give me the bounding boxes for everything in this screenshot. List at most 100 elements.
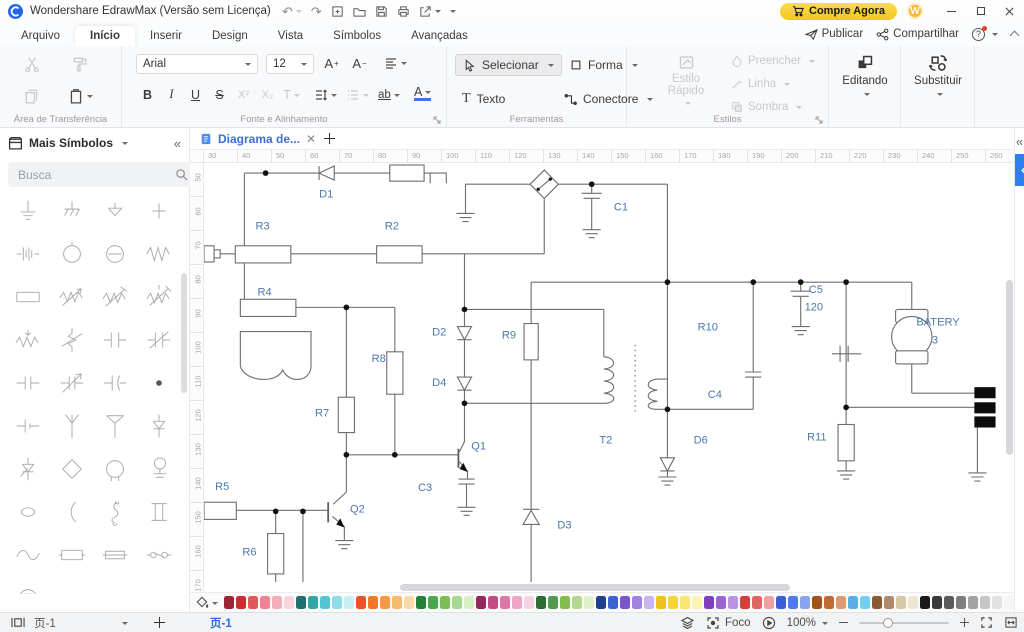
component-label-d4[interactable]: D4 <box>432 377 446 389</box>
presentation-button[interactable] <box>762 616 776 630</box>
symbol-thyristor[interactable] <box>6 455 50 483</box>
new-tab-button[interactable] <box>324 133 335 144</box>
component-label-batery[interactable]: BATERY <box>916 317 960 329</box>
active-page-tab[interactable]: 页-1 <box>210 615 232 631</box>
color-swatch[interactable] <box>500 596 510 609</box>
strikethrough-button[interactable]: S <box>210 85 229 104</box>
symbol-lamp[interactable] <box>94 455 138 483</box>
color-swatch[interactable] <box>1004 596 1014 609</box>
replace-button[interactable]: Substituir <box>901 54 975 100</box>
color-swatch[interactable] <box>752 596 762 609</box>
paste-button[interactable] <box>68 88 93 104</box>
component-label-r11[interactable]: R11 <box>807 432 827 444</box>
underline-button[interactable]: U <box>186 85 205 104</box>
symbol-varistor[interactable] <box>50 326 94 354</box>
page-list-caret[interactable] <box>122 622 128 628</box>
quick-style-button[interactable]: Estilo Rápido <box>657 54 715 109</box>
symbol-circle-line[interactable] <box>94 240 138 268</box>
color-swatch[interactable] <box>740 596 750 609</box>
symbol-antenna[interactable] <box>50 412 94 440</box>
symbol-curve[interactable] <box>50 498 94 526</box>
color-swatch[interactable] <box>272 596 282 609</box>
cut-icon[interactable] <box>24 56 40 72</box>
color-swatch[interactable] <box>548 596 558 609</box>
symbol-antenna-triangle[interactable] <box>94 412 138 440</box>
layers-button[interactable] <box>680 616 695 630</box>
line-spacing-button[interactable] <box>314 88 337 102</box>
customize-toolbar-button[interactable] <box>450 8 456 14</box>
component-label-c3[interactable]: C3 <box>418 482 432 494</box>
undo-button[interactable]: ↶ <box>282 5 302 18</box>
symbol-potentiometer[interactable] <box>94 283 138 311</box>
symbol-oval[interactable] <box>6 498 50 526</box>
symbol-transformer-core[interactable] <box>137 498 181 526</box>
color-swatch[interactable] <box>248 596 258 609</box>
color-swatch[interactable] <box>776 596 786 609</box>
component-label-d6[interactable]: D6 <box>694 435 708 447</box>
highlight-button[interactable]: ab <box>378 85 400 104</box>
menu-tab-design[interactable]: Design <box>197 26 263 46</box>
fill-button[interactable]: Preencher <box>731 55 815 67</box>
menu-tab-arquivo[interactable]: Arquivo <box>6 26 75 46</box>
menu-tab-avançadas[interactable]: Avançadas <box>396 26 483 46</box>
color-swatch[interactable] <box>344 596 354 609</box>
color-swatch[interactable] <box>980 596 990 609</box>
symbol-arc[interactable] <box>50 584 94 594</box>
color-swatch[interactable] <box>380 596 390 609</box>
color-swatch[interactable] <box>764 596 774 609</box>
symbol-variable-capacitor[interactable] <box>50 369 94 397</box>
zoom-slider[interactable] <box>859 622 949 624</box>
bold-button[interactable]: B <box>138 85 157 104</box>
color-swatch[interactable] <box>824 596 834 609</box>
close-button[interactable] <box>995 0 1024 22</box>
color-swatch[interactable] <box>836 596 846 609</box>
component-label-r7[interactable]: R7 <box>315 407 329 419</box>
component-label-d2[interactable]: D2 <box>432 327 446 339</box>
sidebar-title-caret[interactable] <box>122 142 128 148</box>
color-swatch[interactable] <box>584 596 594 609</box>
component-label-r2[interactable]: R2 <box>385 221 399 233</box>
styles-dialog-launcher-icon[interactable] <box>815 116 823 124</box>
color-swatch[interactable] <box>512 596 522 609</box>
fit-width-button[interactable] <box>1004 616 1018 629</box>
color-swatch[interactable] <box>704 596 714 609</box>
symbol-meter[interactable] <box>6 584 50 594</box>
color-swatch[interactable] <box>656 596 666 609</box>
color-swatch[interactable] <box>332 596 342 609</box>
color-swatch[interactable] <box>932 596 942 609</box>
color-swatch[interactable] <box>668 596 678 609</box>
editing-button[interactable]: Editando <box>829 54 901 100</box>
component-label-r9[interactable]: R9 <box>502 330 516 342</box>
fullscreen-button[interactable] <box>980 616 993 629</box>
symbol-capacitor-small[interactable] <box>94 326 138 354</box>
menu-tab-inserir[interactable]: Inserir <box>135 26 197 46</box>
symbol-s-shape[interactable] <box>94 498 138 526</box>
line-style-button[interactable]: Linha <box>731 78 790 90</box>
maximize-button[interactable] <box>966 0 995 22</box>
new-document-button[interactable] <box>331 5 344 18</box>
color-swatch[interactable] <box>488 596 498 609</box>
symbol-trimmer-resistor[interactable] <box>137 283 181 311</box>
color-swatch[interactable] <box>404 596 414 609</box>
color-swatch[interactable] <box>692 596 702 609</box>
color-swatch[interactable] <box>728 596 738 609</box>
symbol-chassis-ground[interactable] <box>50 197 94 225</box>
color-swatch[interactable] <box>224 596 234 609</box>
font-family-select[interactable]: Arial <box>136 54 258 74</box>
subscript-button[interactable]: X₂ <box>258 85 277 104</box>
component-label-d1[interactable]: D1 <box>319 188 333 200</box>
color-swatch[interactable] <box>956 596 966 609</box>
account-badge[interactable]: W <box>907 3 923 19</box>
italic-button[interactable]: I <box>162 85 181 104</box>
color-swatch[interactable] <box>848 596 858 609</box>
color-swatch[interactable] <box>620 596 630 609</box>
component-label-c5[interactable]: C5 <box>809 284 823 296</box>
collapse-sidebar-button[interactable]: « <box>174 136 181 151</box>
sidebar-scrollbar[interactable] <box>181 273 187 393</box>
component-label-120[interactable]: 120 <box>805 301 824 313</box>
color-swatch[interactable] <box>464 596 474 609</box>
color-swatch[interactable] <box>572 596 582 609</box>
document-tab[interactable]: Diagrama de... ✕ <box>200 132 316 146</box>
component-label-r10[interactable]: R10 <box>698 322 718 334</box>
focus-button[interactable]: Foco <box>706 616 751 630</box>
